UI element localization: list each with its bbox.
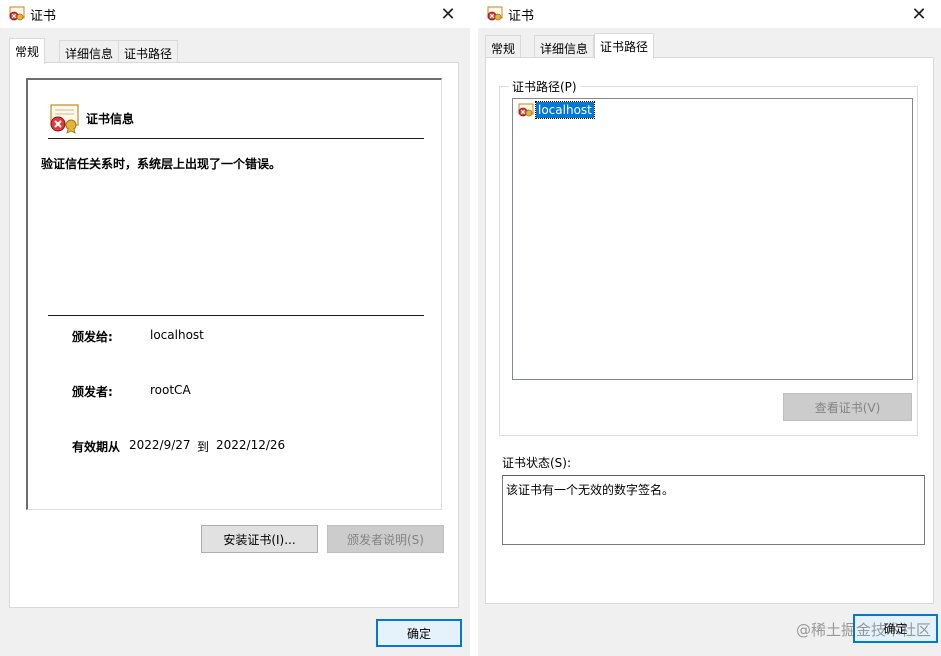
divider xyxy=(48,315,424,316)
certificate-error-icon xyxy=(487,6,503,21)
issued-by-label: 颁发者: xyxy=(72,385,113,399)
close-icon: ✕ xyxy=(911,3,927,25)
general-tab-panel: 证书信息 验证信任关系时，系统层上出现了一个错误。 颁发给: localhost… xyxy=(9,62,459,608)
certification-path-label: 证书路径(P) xyxy=(509,78,580,95)
view-certificate-button[interactable]: 查看证书(V) xyxy=(783,393,912,421)
certificate-status-text: 该证书有一个无效的数字签名。 xyxy=(506,483,675,497)
validity-to-label: 到 xyxy=(197,440,210,454)
valid-from-value: 2022/9/27 xyxy=(129,438,191,452)
valid-to-value: 2022/12/26 xyxy=(216,438,286,452)
title-bar: 证书 ✕ xyxy=(478,0,941,28)
certificate-error-icon xyxy=(9,6,25,21)
certification-path-tab-panel: 证书路径(P) localhost 查看证书(V) 证书状态(S): 该证书有一… xyxy=(485,57,934,604)
certificate-dialog-general: 证书 ✕ 常规 详细信息 证书路径 证书信息 验证信任关系时，系统层上出现了一个… xyxy=(0,0,470,656)
tab-certification-path[interactable]: 证书路径 xyxy=(594,33,655,59)
tab-general[interactable]: 常规 xyxy=(485,35,522,59)
tab-general[interactable]: 常规 xyxy=(9,38,46,64)
certificate-status-label: 证书状态(S): xyxy=(502,456,572,470)
close-button[interactable]: ✕ xyxy=(897,0,941,28)
tree-item-localhost[interactable]: localhost xyxy=(517,100,595,119)
validity-label: 有效期从 xyxy=(72,440,121,454)
certificate-error-icon xyxy=(50,104,79,134)
window-title: 证书 xyxy=(508,9,535,24)
issuer-statement-button[interactable]: 颁发者说明(S) xyxy=(327,525,444,553)
ok-button[interactable]: 确定 xyxy=(376,619,462,647)
close-button[interactable]: ✕ xyxy=(426,0,470,28)
tab-certification-path[interactable]: 证书路径 xyxy=(118,40,179,64)
tab-details[interactable]: 详细信息 xyxy=(534,35,595,59)
certificate-error-icon xyxy=(518,103,534,117)
title-bar: 证书 ✕ xyxy=(0,0,470,28)
ok-button[interactable]: 确定 xyxy=(853,614,938,643)
close-icon: ✕ xyxy=(440,3,456,25)
issued-by-value: rootCA xyxy=(150,383,191,397)
certificate-info-frame: 证书信息 验证信任关系时，系统层上出现了一个错误。 颁发给: localhost… xyxy=(26,78,442,510)
window-title: 证书 xyxy=(30,9,57,24)
tree-item-label: localhost xyxy=(535,100,595,119)
certificate-dialog-path: 证书 ✕ 常规 详细信息 证书路径 证书路径(P) localhost 查看证书… xyxy=(478,0,941,656)
issued-to-value: localhost xyxy=(150,328,204,342)
certificate-status-box[interactable]: 该证书有一个无效的数字签名。 xyxy=(502,475,925,545)
divider xyxy=(48,138,424,139)
issued-to-label: 颁发给: xyxy=(72,330,113,344)
trust-error-message: 验证信任关系时，系统层上出现了一个错误。 xyxy=(41,157,282,171)
certificate-info-heading: 证书信息 xyxy=(86,112,135,126)
certification-path-tree[interactable]: localhost xyxy=(512,98,913,380)
install-certificate-button[interactable]: 安装证书(I)... xyxy=(201,525,318,553)
tab-details[interactable]: 详细信息 xyxy=(59,40,120,64)
